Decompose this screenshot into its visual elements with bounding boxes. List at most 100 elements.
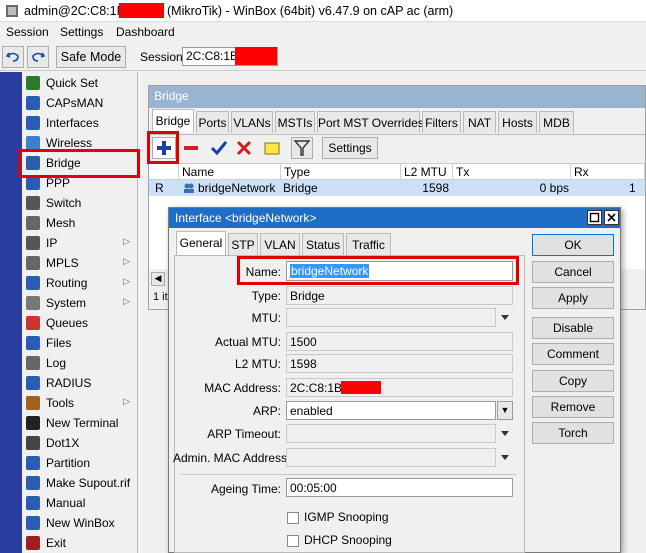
tab-ports[interactable]: Ports bbox=[196, 111, 229, 133]
mtu-input[interactable] bbox=[286, 308, 496, 327]
sidebar-item-queues[interactable]: Queues bbox=[22, 313, 136, 333]
sidebar-item-mesh[interactable]: Mesh bbox=[22, 213, 136, 233]
col-tx[interactable]: Tx bbox=[453, 164, 571, 180]
tab-stp[interactable]: STP bbox=[228, 233, 258, 255]
arp-timeout-dropdown-icon[interactable] bbox=[501, 431, 509, 436]
settings-button[interactable]: Settings bbox=[322, 137, 378, 159]
ok-button[interactable]: OK bbox=[532, 234, 614, 256]
tab-mdb[interactable]: MDB bbox=[539, 111, 574, 133]
sidebar-item-new-terminal[interactable]: New Terminal bbox=[22, 413, 136, 433]
sidebar-item-dot1x[interactable]: Dot1X bbox=[22, 433, 136, 453]
disable-button[interactable] bbox=[233, 137, 255, 159]
sidebar-brand-band bbox=[0, 72, 22, 553]
arp-timeout-input[interactable] bbox=[286, 424, 496, 443]
routing-icon bbox=[26, 276, 40, 290]
tab-bridge[interactable]: Bridge bbox=[152, 109, 194, 133]
sidebar-item-bridge[interactable]: Bridge bbox=[22, 153, 136, 173]
tab-status[interactable]: Status bbox=[302, 233, 344, 255]
sidebar-item-make-supout-rif[interactable]: Make Supout.rif bbox=[22, 473, 136, 493]
table-row[interactable]: R bridgeNetwork Bridge 1598 0 bps 1 bbox=[149, 180, 645, 196]
tab-vlans[interactable]: VLANs bbox=[231, 111, 273, 133]
maximize-icon bbox=[589, 212, 600, 223]
dialog-tabs: General STP VLAN Status Traffic bbox=[176, 231, 516, 256]
tab-traffic[interactable]: Traffic bbox=[346, 233, 391, 255]
sidebar-item-new-winbox[interactable]: New WinBox bbox=[22, 513, 136, 533]
maximize-button[interactable] bbox=[587, 210, 602, 225]
mtu-dropdown-icon[interactable] bbox=[501, 315, 509, 320]
ageing-input[interactable]: 00:05:00 bbox=[286, 478, 513, 497]
switch-icon bbox=[26, 196, 40, 210]
torch-button[interactable]: Torch bbox=[532, 422, 614, 444]
add-button[interactable] bbox=[152, 137, 176, 159]
col-rx[interactable]: Rx bbox=[571, 164, 645, 180]
comment-icon bbox=[264, 142, 280, 155]
sidebar-item-mpls[interactable]: MPLS ▷ bbox=[22, 253, 136, 273]
apply-button[interactable]: Apply bbox=[532, 287, 614, 309]
filter-button[interactable] bbox=[291, 137, 313, 159]
tab-port-mst-overrides[interactable]: Port MST Overrides bbox=[317, 111, 424, 133]
sidebar-item-interfaces[interactable]: Interfaces bbox=[22, 113, 136, 133]
sidebar-item-manual[interactable]: Manual bbox=[22, 493, 136, 513]
sidebar-item-ip[interactable]: IP ▷ bbox=[22, 233, 136, 253]
sidebar-item-radius[interactable]: RADIUS bbox=[22, 373, 136, 393]
tab-filters[interactable]: Filters bbox=[422, 111, 461, 133]
sidebar-item-files[interactable]: Files bbox=[22, 333, 136, 353]
mac-value: 2C:C8:1B: bbox=[290, 381, 346, 395]
radius-icon bbox=[26, 376, 40, 390]
col-type[interactable]: Type bbox=[281, 164, 401, 180]
dhcp-snooping-checkbox[interactable] bbox=[287, 535, 299, 547]
tab-hosts[interactable]: Hosts bbox=[498, 111, 537, 133]
redaction-block bbox=[235, 47, 277, 65]
bridge-window-title: Bridge bbox=[149, 86, 645, 108]
bridge-icon bbox=[26, 156, 40, 170]
redo-button[interactable] bbox=[27, 46, 49, 68]
sidebar-item-system[interactable]: System ▷ bbox=[22, 293, 136, 313]
cancel-button[interactable]: Cancel bbox=[532, 261, 614, 283]
comment-button[interactable] bbox=[261, 137, 283, 159]
admin-mac-dropdown-icon[interactable] bbox=[501, 455, 509, 460]
close-button[interactable] bbox=[604, 210, 619, 225]
arp-dropdown-button[interactable]: ▼ bbox=[497, 401, 513, 420]
sidebar-item-switch[interactable]: Switch bbox=[22, 193, 136, 213]
menu-dashboard[interactable]: Dashboard bbox=[116, 25, 175, 39]
arp-select[interactable]: enabled bbox=[286, 401, 496, 420]
menu-settings[interactable]: Settings bbox=[60, 25, 103, 39]
igmp-snooping-checkbox[interactable] bbox=[287, 512, 299, 524]
remove-button[interactable]: Remove bbox=[532, 396, 614, 418]
remove-button[interactable] bbox=[180, 137, 202, 159]
tab-mstis[interactable]: MSTIs bbox=[275, 111, 315, 133]
sidebar-item-partition[interactable]: Partition bbox=[22, 453, 136, 473]
disable-button[interactable]: Disable bbox=[532, 317, 614, 339]
dhcp-snooping-label: DHCP Snooping bbox=[304, 533, 392, 547]
actual-mtu-value: 1500 bbox=[290, 335, 317, 349]
sidebar-item-exit[interactable]: Exit bbox=[22, 533, 136, 553]
sidebar-item-log[interactable]: Log bbox=[22, 353, 136, 373]
sidebar-item-quick-set[interactable]: Quick Set bbox=[22, 73, 136, 93]
copy-button[interactable]: Copy bbox=[532, 370, 614, 392]
session-value: 2C:C8:1B: bbox=[186, 49, 242, 63]
admin-mac-input[interactable] bbox=[286, 448, 496, 467]
sidebar-item-capsman[interactable]: CAPsMAN bbox=[22, 93, 136, 113]
sidebar-item-ppp[interactable]: PPP bbox=[22, 173, 136, 193]
sidebar-item-routing[interactable]: Routing ▷ bbox=[22, 273, 136, 293]
tab-general[interactable]: General bbox=[176, 231, 226, 255]
tab-nat[interactable]: NAT bbox=[463, 111, 496, 133]
safe-mode-button[interactable]: Safe Mode bbox=[56, 46, 126, 68]
undo-button[interactable] bbox=[2, 46, 24, 68]
submenu-arrow-icon: ▷ bbox=[123, 276, 130, 286]
comment-button[interactable]: Comment bbox=[532, 343, 614, 365]
sidebar-item-tools[interactable]: Tools ▷ bbox=[22, 393, 136, 413]
sidebar-item-wireless[interactable]: Wireless bbox=[22, 133, 136, 153]
name-input[interactable]: bridgeNetwork bbox=[286, 261, 513, 281]
tab-vlan[interactable]: VLAN bbox=[260, 233, 300, 255]
enable-button[interactable] bbox=[208, 137, 230, 159]
menu-session[interactable]: Session bbox=[6, 25, 49, 39]
col-l2mtu[interactable]: L2 MTU bbox=[401, 164, 453, 180]
ageing-value: 00:05:00 bbox=[290, 481, 337, 495]
sidebar-item-label: Quick Set bbox=[46, 76, 99, 90]
ip-icon bbox=[26, 236, 40, 250]
scroll-left-button[interactable]: ◀ bbox=[151, 272, 165, 286]
chevron-down-icon: ▼ bbox=[500, 405, 510, 415]
sidebar-item-label: Queues bbox=[46, 316, 89, 330]
col-name[interactable]: Name bbox=[179, 164, 281, 180]
